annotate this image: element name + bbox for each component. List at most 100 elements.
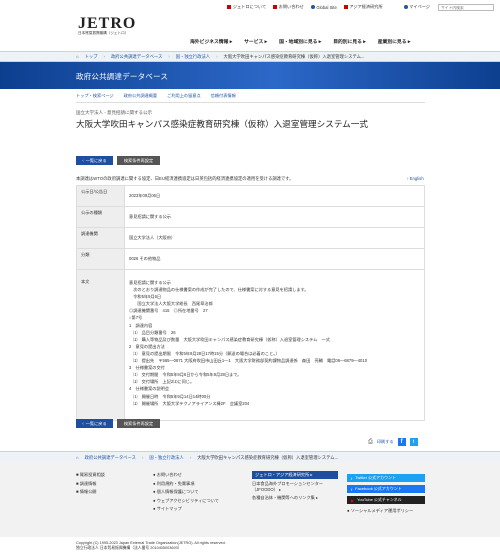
utility-link-contact[interactable]: お問い合わせ	[273, 4, 304, 10]
back-to-list-button[interactable]: ‹ 一覧に戻る	[76, 156, 113, 165]
body-line: ◎調達機関番号 415 ◎所在地番号 27	[129, 308, 208, 314]
row-value: 意見招請に関する公示	[124, 206, 425, 228]
footer-link[interactable]: ● 個人情報保護について	[153, 488, 219, 497]
facebook-icon: f	[351, 486, 353, 492]
body-line: 意見招請に関する公示	[129, 280, 171, 285]
home-icon[interactable]: ⌂	[76, 455, 79, 460]
section-banner: 政府公共調達データベース	[0, 62, 500, 89]
body-line: ⑵ 提出先 〒565—0871 大阪府吹田市山田丘1—1 大阪大学財務部契約課物…	[129, 358, 368, 364]
gnav-services[interactable]: サービス ▸	[244, 38, 267, 45]
facebook-icon[interactable]: f	[397, 438, 406, 446]
print-link[interactable]: 印刷する	[377, 439, 394, 445]
footer-policy: ● ソーシャルメディア運用ポリシー	[347, 507, 413, 516]
row-label: 公示日/公告日	[76, 185, 125, 207]
globe-icon	[310, 5, 315, 10]
body-line: ⑵ 交付場所 上記2⑵に同じ。	[129, 379, 195, 385]
sub-nav: トップ・検索ページ 政府公共調達概要 ご利用上の留意点 信頼付表情報	[76, 93, 236, 99]
footer-link[interactable]: ● サイトマップ	[153, 505, 219, 514]
breadcrumb-current: 大阪大学吹田キャンパス感染症教育研究棟（仮称）入退室管理システム...	[223, 53, 365, 59]
subnav-search[interactable]: トップ・検索ページ	[76, 93, 114, 99]
breadcrumb-category[interactable]: 国・独立行政法人	[176, 54, 210, 60]
footer-link[interactable]: 日本食品海外プロモーションセンター（JFOODO） ▸	[252, 481, 338, 492]
utility-link-global[interactable]: Global Site	[310, 5, 337, 10]
breadcrumb-db[interactable]: 政府公共調達データベース	[111, 54, 162, 60]
facebook-account-link[interactable]: f Facebook 公式アカウント	[347, 485, 425, 493]
row-label: 分類	[76, 248, 125, 270]
breadcrumb-separator: ›	[141, 455, 144, 460]
utility-link-about[interactable]: ジェトロについて	[227, 4, 266, 10]
body-line: 令和5年9月6日	[129, 294, 162, 300]
body-line: ○第7号	[129, 315, 143, 321]
user-icon	[403, 4, 408, 9]
english-link[interactable]: › English	[407, 176, 424, 181]
row-label: 調達機関	[76, 227, 125, 249]
footer-link[interactable]: ジェトロ・アジア経済研究所 ▸	[252, 471, 338, 479]
page-title: 大阪大学吹田キャンパス感染症教育研究棟（仮称）入退室管理システム一式	[76, 119, 368, 129]
row-label: 公示の種類	[76, 206, 125, 228]
body-line: ⑴ 品目分類番号 26	[129, 329, 176, 335]
table-row: 公示日/公告日 2023年09月06日	[76, 185, 425, 207]
agreement-note: 本調達はWTOの政府調達に関する協定、日EU経済連携協定は日英包括的経済連携協定…	[76, 176, 294, 181]
breadcrumb-separator: ›	[103, 54, 105, 59]
body-line: 3 仕様書案の交付	[129, 365, 165, 371]
subnav-appendix[interactable]: 信頼付表情報	[211, 93, 236, 99]
subnav-notes[interactable]: ご利用上の留意点	[167, 93, 201, 99]
square-icon	[343, 4, 348, 9]
footer-col-2: ● お問い合わせ ● 利用規約・免責事項 ● 個人情報保護について ● ウェブア…	[153, 471, 219, 514]
breadcrumb-separator: ›	[168, 54, 170, 59]
breadcrumb-current: 大阪大学吹田キャンパス感染症教育研究棟（仮称）入退室管理システム...	[197, 454, 339, 460]
reset-search-button[interactable]: 検索条件再設定	[117, 156, 160, 165]
body-line: ⑵ 開催場所 大阪大学テクノアライアンス棟2F 会議室204	[129, 400, 250, 406]
body-line: 次のとおり調達物品の仕様書案の作成が完了したので、仕様書案に対する意見を招請しま…	[129, 287, 309, 293]
gnav-overseas[interactable]: 海外ビジネス情報 ▸	[190, 38, 232, 45]
row-value: 0026 その他物品	[124, 248, 425, 270]
twitter-icon: t	[351, 475, 353, 481]
chevron-left-icon: ‹	[82, 421, 84, 426]
gnav-purpose[interactable]: 目的別に見る ▸	[333, 38, 366, 45]
body-line: 1 調達内容	[129, 322, 153, 328]
footer-link[interactable]: ● ウェブアクセシビリティについて	[153, 497, 219, 506]
chevron-left-icon: ‹	[82, 158, 84, 163]
utility-link-ide[interactable]: アジア経済研究所	[343, 4, 383, 10]
copyright-line: 独立行政法人 日本貿易振興機構（法人番号 2010405003693）	[76, 546, 182, 550]
breadcrumb-separator: ›	[189, 455, 192, 460]
breadcrumb: ⌂ トップ › 政府公共調達データベース › 国・独立行政法人 › 大阪大学吹田…	[0, 51, 500, 62]
footer-link[interactable]: ■ 情報公開	[76, 488, 105, 497]
youtube-icon: ▶	[351, 497, 355, 503]
breadcrumb-category[interactable]: 国・独立行政法人	[149, 455, 183, 461]
body-line: ⑴ 交付期間 令和5年9月6日から令和5年9月28日まで。	[129, 372, 242, 378]
breadcrumb-top[interactable]: トップ	[85, 54, 98, 60]
row-label: 本文	[76, 269, 125, 421]
reset-search-button-bottom[interactable]: 検索条件再設定	[117, 419, 160, 428]
body-line: 4 仕様書案の説明会	[129, 386, 170, 392]
gnav-country[interactable]: 国・地域別に見る ▸	[279, 38, 321, 45]
banner-title: 政府公共調達データベース	[76, 72, 169, 81]
youtube-channel-link[interactable]: ▶ YouTube 公式チャンネル	[347, 496, 425, 504]
footer-link[interactable]: ● 利用規約・免責事項	[153, 480, 219, 489]
table-row: 公示の種類 意見招請に関する公示	[76, 206, 425, 228]
jetro-logo[interactable]: JETRO 日本貿易振興機構（ジェトロ）	[78, 15, 136, 36]
home-icon[interactable]: ⌂	[76, 54, 79, 59]
footer-link[interactable]: ■ 貿易投資相談	[76, 471, 105, 480]
breadcrumb-db[interactable]: 政府公共調達データベース	[85, 455, 136, 461]
twitter-account-link[interactable]: t Twitter 公式アカウント	[347, 474, 425, 482]
footer-link[interactable]: 各種自治体・機関等へのリンク集 ▸	[252, 494, 338, 503]
table-row: 分類 0026 その他物品	[76, 248, 425, 270]
gnav-industry[interactable]: 産業別に見る ▸	[378, 38, 411, 45]
square-icon	[227, 4, 232, 9]
table-row: 本文 意見招請に関する公示 次のとおり調達物品の仕様書案の作成が完了したので、仕…	[76, 269, 425, 421]
site-search-input[interactable]	[438, 4, 494, 11]
copyright: Copyright (C) 1995-2023 Japan External T…	[76, 541, 226, 551]
breadcrumb-separator: ›	[216, 54, 218, 59]
twitter-icon[interactable]: t	[409, 438, 418, 446]
notice-category: 国立大学法人 - 意見招請に関する公示	[76, 110, 152, 115]
body-line: ⑴ 開催日時 令和5年9月14日14時00分	[129, 393, 211, 399]
mypage-link[interactable]: マイページ	[403, 4, 430, 10]
back-to-list-button-bottom[interactable]: ‹ 一覧に戻る	[76, 419, 113, 428]
body-line: 国立大学法人大阪大学総長 西尾章治郎	[129, 301, 213, 307]
subnav-overview[interactable]: 政府公共調達概要	[124, 93, 158, 99]
print-icon[interactable]: ⎙	[368, 439, 373, 446]
footer-link[interactable]: ● お問い合わせ	[153, 471, 219, 480]
footer-link[interactable]: ● ソーシャルメディア運用ポリシー	[347, 507, 413, 516]
footer-link[interactable]: ■ 調達情報	[76, 480, 105, 489]
